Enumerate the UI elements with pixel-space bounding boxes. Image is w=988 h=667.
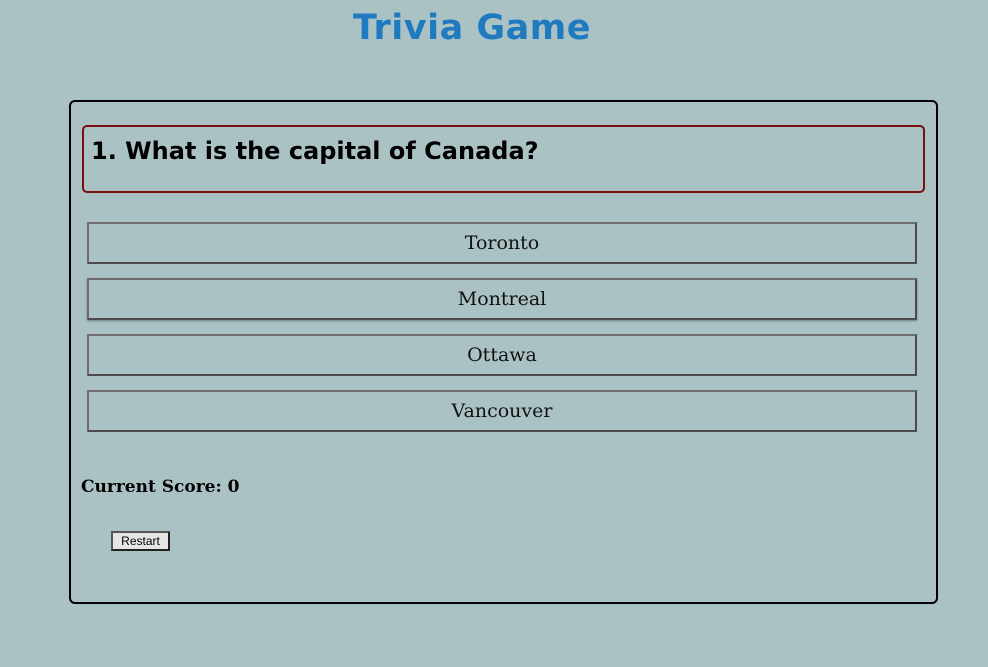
- quiz-card: 1. What is the capital of Canada? Toront…: [69, 100, 938, 604]
- page-title: Trivia Game: [353, 8, 591, 48]
- answer-option-vancouver[interactable]: Vancouver: [87, 390, 917, 432]
- current-score: Current Score: 0: [81, 477, 240, 497]
- answer-option-montreal[interactable]: Montreal: [87, 278, 917, 320]
- answer-option-toronto[interactable]: Toronto: [87, 222, 917, 264]
- question-box: 1. What is the capital of Canada?: [82, 125, 925, 193]
- question-text: 1. What is the capital of Canada?: [91, 137, 539, 165]
- restart-button[interactable]: Restart: [111, 531, 170, 551]
- answer-option-ottawa[interactable]: Ottawa: [87, 334, 917, 376]
